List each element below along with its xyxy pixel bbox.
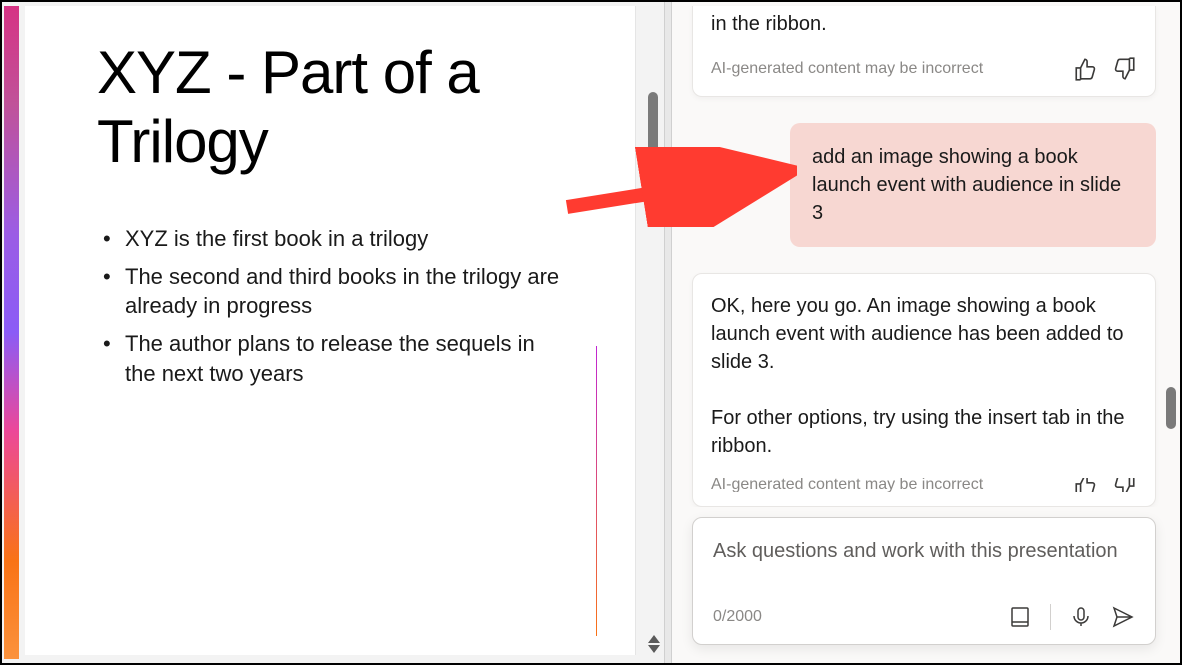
thumbs-down-icon[interactable] — [1111, 56, 1137, 82]
assistant-message-text: in the ribbon. — [711, 10, 1137, 38]
assistant-message: in the ribbon. AI-generated content may … — [692, 6, 1156, 97]
copilot-chat-panel: in the ribbon. AI-generated content may … — [672, 2, 1180, 663]
ai-disclaimer: AI-generated content may be incorrect — [711, 478, 983, 492]
slide-title[interactable]: XYZ - Part of a Trilogy — [97, 38, 563, 176]
ai-disclaimer: AI-generated content may be incorrect — [711, 60, 983, 78]
user-message: add an image showing a book launch event… — [790, 123, 1156, 247]
slide-nav-arrows — [648, 635, 660, 653]
slide-canvas[interactable]: XYZ - Part of a Trilogy XYZ is the first… — [25, 6, 636, 655]
scroll-thumb[interactable] — [648, 92, 658, 162]
send-icon[interactable] — [1111, 605, 1135, 629]
slide-accent-line — [596, 346, 597, 636]
chat-input-box[interactable]: Ask questions and work with this present… — [692, 517, 1156, 645]
thumbs-down-icon[interactable] — [1111, 478, 1137, 492]
slide-bullet-item[interactable]: XYZ is the first book in a trilogy — [97, 224, 563, 254]
char-count: 0/2000 — [713, 608, 762, 626]
assistant-message: OK, here you go. An image showing a book… — [692, 273, 1156, 507]
nav-arrow-up-icon[interactable] — [648, 635, 660, 643]
chat-message-list: in the ribbon. AI-generated content may … — [672, 2, 1180, 507]
book-icon[interactable] — [1008, 605, 1032, 629]
microphone-icon[interactable] — [1069, 605, 1093, 629]
slide-scrollbar[interactable] — [644, 2, 664, 663]
user-message-text: add an image showing a book launch event… — [812, 146, 1121, 224]
thumbs-up-icon[interactable] — [1073, 478, 1099, 492]
chat-scroll-thumb[interactable] — [1166, 387, 1176, 429]
chat-input-placeholder[interactable]: Ask questions and work with this present… — [713, 538, 1135, 594]
nav-arrow-down-icon[interactable] — [648, 645, 660, 653]
theme-gradient-strip — [4, 6, 19, 659]
action-divider — [1050, 604, 1051, 630]
slide-bullet-item[interactable]: The second and third books in the trilog… — [97, 262, 563, 321]
pane-divider[interactable] — [664, 2, 672, 663]
assistant-message-text: OK, here you go. An image showing a book… — [711, 292, 1137, 460]
slide-bullet-list[interactable]: XYZ is the first book in a trilogy The s… — [97, 224, 563, 388]
slide-editor-area: XYZ - Part of a Trilogy XYZ is the first… — [2, 2, 664, 663]
slide-bullet-item[interactable]: The author plans to release the sequels … — [97, 329, 563, 388]
thumbs-up-icon[interactable] — [1073, 56, 1099, 82]
